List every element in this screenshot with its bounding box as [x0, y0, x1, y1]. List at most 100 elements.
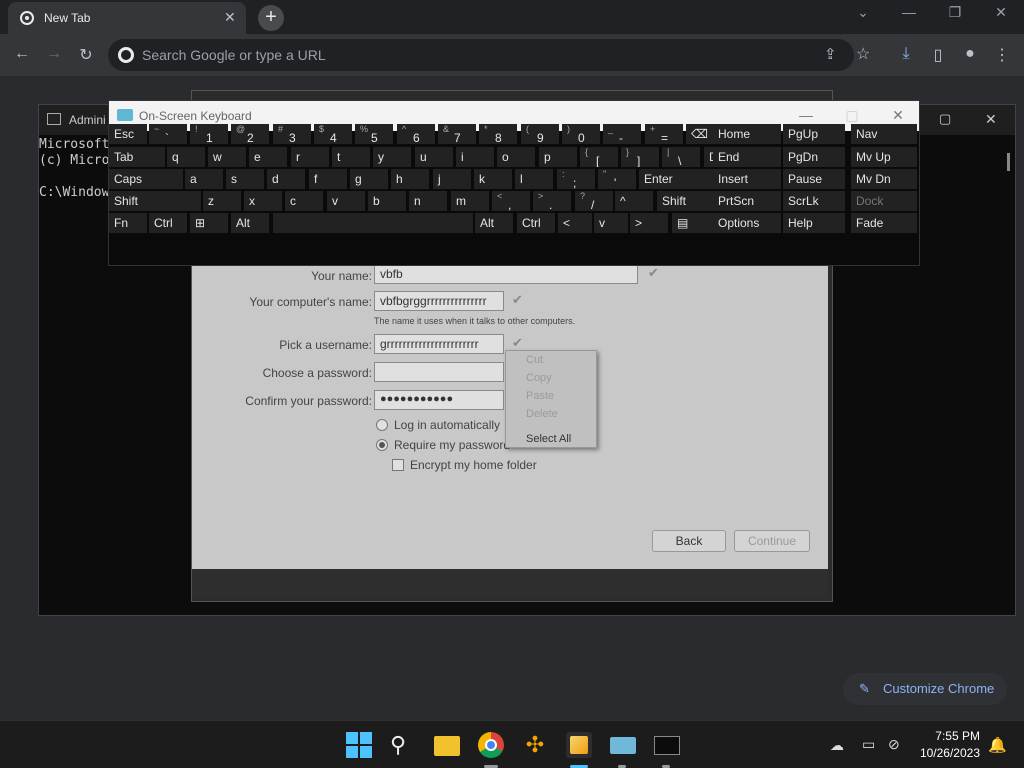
- osk-key-a[interactable]: a: [185, 169, 223, 189]
- osk-key-d[interactable]: d: [267, 169, 305, 189]
- osk-key-mv-up[interactable]: Mv Up: [851, 147, 917, 167]
- windows-start-icon[interactable]: [346, 732, 372, 758]
- osk-key-up[interactable]: ^: [615, 191, 653, 211]
- osk-key-2[interactable]: @2: [231, 124, 269, 144]
- osk-key-o[interactable]: o: [497, 147, 535, 167]
- osk-key-period[interactable]: >.: [533, 191, 571, 211]
- osk-taskbar-icon[interactable]: [610, 732, 636, 758]
- osk-key-t[interactable]: t: [332, 147, 370, 167]
- osk-key-p[interactable]: p: [539, 147, 577, 167]
- paint-app-icon[interactable]: [566, 732, 592, 758]
- password-field[interactable]: [374, 362, 504, 382]
- osk-key-z[interactable]: z: [203, 191, 241, 211]
- osk-key-dock[interactable]: Dock: [851, 191, 917, 211]
- osk-key-c[interactable]: c: [285, 191, 323, 211]
- osk-key-j[interactable]: j: [433, 169, 471, 189]
- osk-key-v[interactable]: v: [327, 191, 365, 211]
- back-button[interactable]: Back: [652, 530, 726, 552]
- osk-key-quote[interactable]: " ': [598, 169, 636, 189]
- osk-key-h[interactable]: h: [391, 169, 429, 189]
- encrypt-home-checkbox[interactable]: [392, 459, 404, 471]
- osk-key-e[interactable]: e: [249, 147, 287, 167]
- maximize-icon[interactable]: ▢: [939, 111, 951, 127]
- osk-key-9[interactable]: (9: [521, 124, 559, 144]
- osk-key-left[interactable]: <: [558, 213, 592, 233]
- osk-key-prtscn[interactable]: PrtScn: [713, 191, 781, 211]
- osk-key-scrlk[interactable]: ScrLk: [783, 191, 845, 211]
- osk-key-semicolon[interactable]: :;: [557, 169, 595, 189]
- side-panel-icon[interactable]: ▯: [926, 45, 950, 65]
- osk-key-3[interactable]: #3: [273, 124, 311, 144]
- osk-key-grave[interactable]: ~ `: [149, 124, 187, 144]
- network-icon[interactable]: ⊘: [888, 736, 900, 753]
- osk-key-ralt[interactable]: Alt: [475, 213, 513, 233]
- weather-icon[interactable]: ☁: [830, 737, 844, 754]
- osk-key-right[interactable]: >: [630, 213, 668, 233]
- bookmark-star-icon[interactable]: ☆: [856, 44, 870, 64]
- osk-key-rctrl[interactable]: Ctrl: [517, 213, 555, 233]
- tab-close-icon[interactable]: ✕: [224, 9, 236, 26]
- menu-kebab-icon[interactable]: ⋮: [990, 45, 1014, 65]
- osk-key-esc[interactable]: Esc: [109, 124, 147, 144]
- continue-button[interactable]: Continue: [734, 530, 810, 552]
- osk-key-1[interactable]: ! 1: [190, 124, 228, 144]
- osk-key-backslash[interactable]: | \: [662, 147, 700, 167]
- share-icon[interactable]: ⇪: [824, 45, 837, 63]
- osk-key-insert[interactable]: Insert: [713, 169, 781, 189]
- customize-chrome-button[interactable]: ✎ Customize Chrome: [843, 673, 1007, 705]
- profile-icon[interactable]: ●: [958, 45, 982, 63]
- app-icon[interactable]: ✣: [522, 732, 548, 758]
- menu-item-delete[interactable]: Delete: [526, 408, 558, 420]
- tab-search-icon[interactable]: ⌄: [843, 4, 883, 21]
- computer-name-field[interactable]: vbfbgrggrrrrrrrrrrrrrrr: [374, 291, 504, 311]
- osk-key-space[interactable]: [273, 213, 473, 233]
- osk-key-q[interactable]: q: [167, 147, 205, 167]
- confirm-password-field[interactable]: ●●●●●●●●●●●: [374, 390, 504, 410]
- osk-key-i[interactable]: i: [456, 147, 494, 167]
- osk-key-end[interactable]: End: [713, 147, 781, 167]
- tab-new-tab[interactable]: New Tab ✕: [8, 2, 246, 34]
- osk-key-options[interactable]: Options: [713, 213, 781, 233]
- osk-key-comma[interactable]: <,: [492, 191, 530, 211]
- clock-time[interactable]: 7:55 PM: [900, 729, 980, 743]
- close-icon[interactable]: ✕: [981, 4, 1021, 21]
- osk-key-lctrl[interactable]: Ctrl: [149, 213, 187, 233]
- back-arrow-icon[interactable]: ←: [10, 45, 34, 63]
- chrome-taskbar-icon[interactable]: [478, 732, 504, 758]
- osk-key-fn[interactable]: Fn: [109, 213, 147, 233]
- menu-item-copy[interactable]: Copy: [526, 372, 552, 384]
- notification-bell-icon[interactable]: 🔔: [988, 736, 1007, 754]
- menu-item-cut[interactable]: Cut: [526, 354, 543, 366]
- osk-key-pgup[interactable]: PgUp: [783, 124, 845, 144]
- osk-key-minus[interactable]: _ -: [603, 124, 641, 144]
- osk-key-pause[interactable]: Pause: [783, 169, 845, 189]
- osk-key-8[interactable]: * 8: [479, 124, 517, 144]
- terminal-taskbar-icon[interactable]: [654, 732, 680, 758]
- new-tab-button[interactable]: +: [258, 5, 284, 31]
- scrollbar-thumb[interactable]: [1007, 153, 1010, 171]
- osk-key-pgdn[interactable]: PgDn: [783, 147, 845, 167]
- osk-key-l[interactable]: l: [515, 169, 553, 189]
- osk-key-y[interactable]: y: [373, 147, 411, 167]
- osk-key-mv-dn[interactable]: Mv Dn: [851, 169, 917, 189]
- close-icon[interactable]: ✕: [883, 107, 913, 124]
- osk-key-4[interactable]: $4: [314, 124, 352, 144]
- minimize-icon[interactable]: —: [889, 4, 929, 20]
- osk-key-equals[interactable]: + =: [645, 124, 683, 144]
- osk-key-7[interactable]: & 7: [438, 124, 476, 144]
- your-name-field[interactable]: vbfb: [374, 264, 638, 284]
- osk-key-home[interactable]: Home: [713, 124, 781, 144]
- osk-key-down[interactable]: v: [594, 213, 628, 233]
- osk-key-m[interactable]: m: [451, 191, 489, 211]
- osk-key-tab[interactable]: Tab: [109, 147, 165, 167]
- osk-key-6[interactable]: ^ 6: [397, 124, 435, 144]
- on-screen-keyboard[interactable]: On-Screen Keyboard — ▢ ✕ Esc ~ `! 1 @2 #3 $4% 5…: [108, 100, 920, 266]
- osk-key-u[interactable]: u: [415, 147, 453, 167]
- osk-key-nav[interactable]: Nav: [851, 124, 917, 144]
- osk-key-caps[interactable]: Caps: [109, 169, 183, 189]
- osk-key-win[interactable]: ⊞: [190, 213, 228, 233]
- omnibox-input[interactable]: [142, 45, 782, 65]
- osk-key-w[interactable]: w: [208, 147, 246, 167]
- osk-key-fade[interactable]: Fade: [851, 213, 917, 233]
- osk-key-s[interactable]: s: [226, 169, 264, 189]
